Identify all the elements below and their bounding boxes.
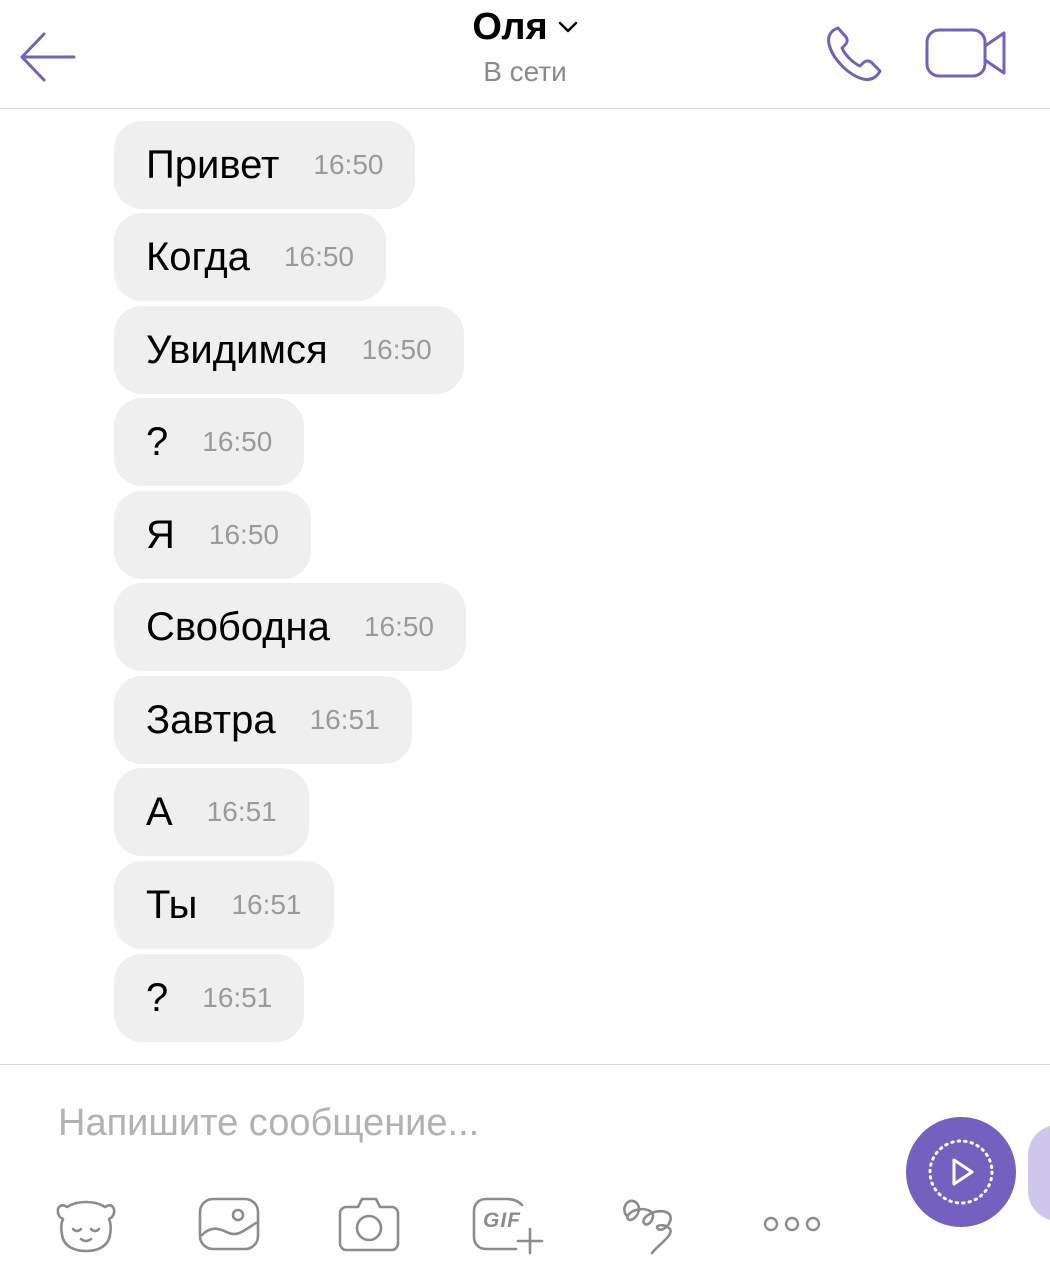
doodle-icon (623, 1199, 672, 1255)
message-input[interactable] (58, 1093, 878, 1153)
message-time: 16:51 (309, 704, 380, 735)
message-bubble[interactable]: ? 16:50 (114, 398, 305, 486)
message-bubble[interactable]: Когда 16:50 (114, 213, 387, 301)
voice-call-button[interactable] (822, 22, 886, 86)
contact-name: Оля (472, 6, 548, 48)
contact-info[interactable]: Оля В сети (0, 4, 1050, 92)
gallery-icon (198, 1197, 260, 1251)
message-time: 16:50 (361, 334, 432, 365)
more-button[interactable] (760, 1193, 826, 1255)
doodle-button[interactable] (618, 1193, 684, 1255)
message-text: ? (146, 419, 169, 464)
message-text: Привет (146, 142, 280, 187)
message-text: Когда (146, 234, 250, 279)
phone-icon (827, 26, 882, 81)
contact-title[interactable]: Оля (472, 4, 577, 50)
message-list[interactable]: Привет 16:50 Когда 16:50 Увидимся 16:50 … (0, 109, 1050, 1064)
message-text: Завтра (146, 697, 276, 742)
message-bubble[interactable]: Ты 16:51 (114, 861, 334, 949)
message-bubble[interactable]: Увидимся 16:50 (114, 306, 464, 394)
message-bubble[interactable]: Привет 16:50 (114, 121, 416, 209)
contact-status: В сети (483, 56, 567, 87)
chat-header: Оля В сети (0, 0, 1050, 109)
message-bubble[interactable]: ? 16:51 (114, 954, 305, 1042)
message-text: Увидимся (146, 327, 328, 372)
video-camera-icon (925, 28, 1006, 78)
camera-button[interactable] (336, 1193, 402, 1255)
message-time: 16:50 (202, 426, 273, 457)
message-time: 16:50 (208, 519, 279, 550)
sticker-button[interactable] (53, 1193, 119, 1255)
camera-icon (338, 1197, 400, 1252)
message-time: 16:50 (283, 241, 355, 272)
message-text: Ты (146, 882, 198, 927)
message-bubble[interactable]: Завтра 16:51 (114, 676, 412, 764)
sticker-icon (56, 1200, 116, 1253)
video-message-button[interactable] (906, 1117, 1016, 1227)
message-text: Я (146, 512, 175, 557)
message-text: ? (146, 975, 169, 1020)
gif-button[interactable]: GIF (470, 1193, 544, 1255)
message-time: 16:50 (313, 149, 384, 180)
message-bubble[interactable]: Я 16:50 (114, 491, 311, 579)
message-time: 16:50 (363, 611, 434, 642)
gif-label: GIF (483, 1209, 521, 1232)
message-composer: GIF (0, 1064, 1050, 1281)
message-time: 16:51 (231, 889, 302, 920)
gallery-button[interactable] (196, 1193, 262, 1255)
message-time: 16:51 (202, 982, 273, 1013)
chevron-down-icon (558, 21, 577, 33)
message-time: 16:51 (206, 796, 277, 827)
secondary-action-button[interactable] (1028, 1125, 1050, 1221)
message-bubble[interactable]: Свободна 16:50 (114, 583, 466, 671)
play-circle-icon (928, 1139, 994, 1205)
message-bubble[interactable]: А 16:51 (114, 768, 309, 856)
message-text: А (146, 789, 173, 834)
message-text: Свободна (146, 604, 330, 649)
more-icon (763, 1216, 821, 1232)
video-call-button[interactable] (922, 22, 1010, 86)
